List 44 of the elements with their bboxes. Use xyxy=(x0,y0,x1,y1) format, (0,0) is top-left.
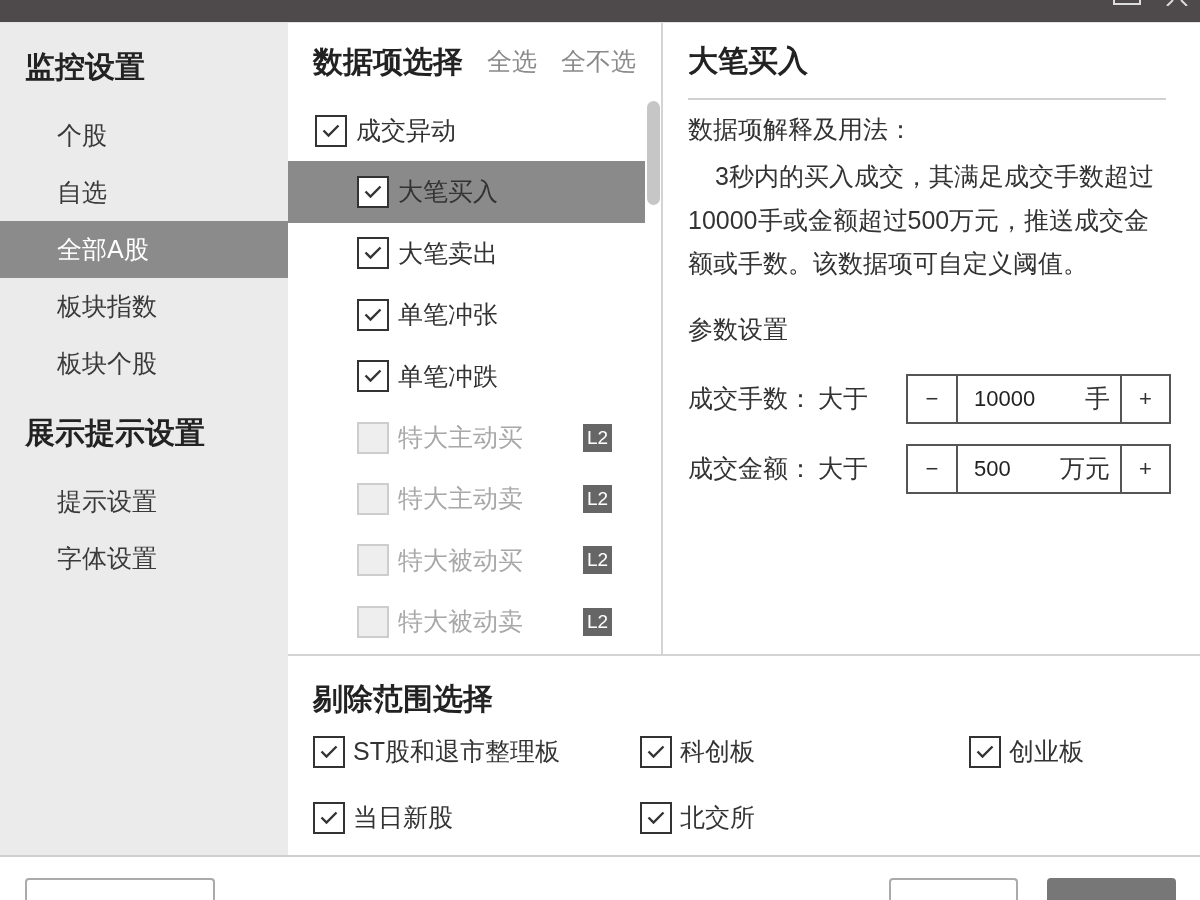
params-heading: 参数设置 xyxy=(688,313,789,344)
section-heading: 监控设置 xyxy=(24,49,146,85)
checkbox[interactable] xyxy=(313,802,345,834)
tree-item[interactable]: 成交异动 xyxy=(288,100,645,162)
sidebar-item[interactable]: 提示设置 xyxy=(0,473,288,530)
sidebar-item[interactable]: 个股 xyxy=(0,107,288,164)
section-title: 剔除范围选择 xyxy=(313,681,494,717)
checkbox[interactable] xyxy=(357,360,389,393)
checkbox[interactable] xyxy=(969,736,1001,768)
param-label: 成交手数： xyxy=(688,382,814,414)
tree-item[interactable]: 单笔冲跌 xyxy=(288,345,645,407)
usage-label: 数据项解释及用法： xyxy=(688,114,914,144)
condition-label: 大于 xyxy=(818,382,869,414)
scrollbar-thumb[interactable] xyxy=(647,101,660,205)
tree-item[interactable]: 大笔卖出 xyxy=(288,222,645,285)
exclusion-option[interactable]: 创业板 xyxy=(969,727,1200,777)
tree-item[interactable]: 大笔买入 xyxy=(288,161,645,223)
param-label: 成交金额： xyxy=(688,452,814,484)
detail-title: 大笔买入 xyxy=(688,23,1166,100)
checkbox[interactable] xyxy=(313,736,345,768)
checkbox[interactable] xyxy=(640,802,672,834)
checkbox[interactable] xyxy=(315,114,347,147)
close-icon[interactable] xyxy=(1164,0,1190,6)
sidebar-item[interactable]: 板块指数 xyxy=(0,278,288,335)
sidebar-item[interactable]: 板块个股 xyxy=(0,335,288,392)
level-badge: L2 xyxy=(583,485,612,514)
checkbox[interactable] xyxy=(357,237,389,270)
sidebar-item[interactable]: 自选 xyxy=(0,164,288,221)
tree-item[interactable]: 单笔冲张 xyxy=(288,284,645,346)
exclusion-option[interactable]: 当日新股 xyxy=(313,793,640,843)
checkbox[interactable] xyxy=(640,736,672,768)
panel-title: 数据项选择 xyxy=(313,44,463,80)
section-heading: 展示提示设置 xyxy=(24,415,206,451)
description-text: 3秒内的买入成交，其满足成交手数超过10000手或金额超过500万元，推送成交金额或手数。该数据项可自定义阈值。 xyxy=(688,161,1155,279)
level-badge: L2 xyxy=(583,607,612,636)
sidebar-item[interactable]: 字体设置 xyxy=(0,530,288,587)
checkbox[interactable] xyxy=(357,176,389,209)
checkbox[interactable] xyxy=(357,298,389,331)
level-badge: L2 xyxy=(583,546,612,575)
exclusion-option[interactable]: 科创板 xyxy=(640,727,969,777)
exclusion-option[interactable]: 北交所 xyxy=(640,793,969,843)
exclusion-option[interactable]: ST股和退市整理板 xyxy=(313,727,640,777)
level-badge: L2 xyxy=(583,423,612,452)
condition-label: 大于 xyxy=(818,452,869,484)
